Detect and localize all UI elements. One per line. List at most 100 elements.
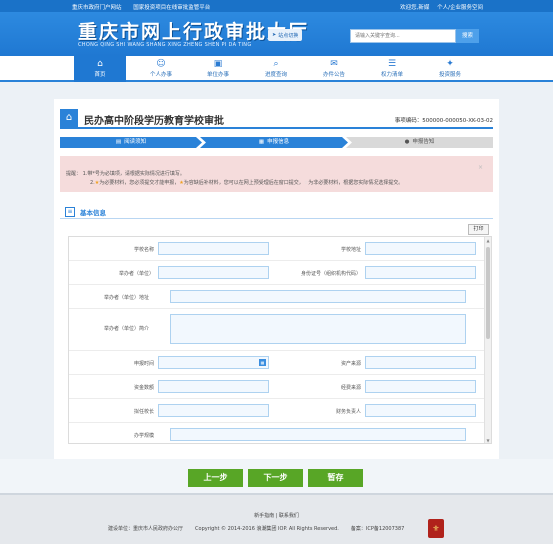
nav-label: 投资服务: [438, 72, 461, 78]
scale-field[interactable]: [170, 428, 466, 441]
form-row: 学校名称 学校地址: [69, 237, 485, 261]
notice-box: 提醒： 1.带*号为必填项，请根据实际情况进行填写。 2.★为必要材料，您必须提…: [60, 156, 493, 192]
gov-portal-link[interactable]: 重庆市政府门户网站: [72, 5, 122, 11]
step-application-info[interactable]: ▦ 申报信息: [200, 137, 348, 148]
main-nav: ⌂ 首页 ☺ 个人办事 ▣ 单位办事 ⌕ 进度查询 ✉ 办件公告 ☰ 权力清单 …: [0, 56, 553, 82]
step-application-notice[interactable]: ● 申报告知: [346, 137, 493, 148]
location-icon: ➤: [272, 32, 277, 38]
nav-home[interactable]: ⌂ 首页: [74, 56, 126, 82]
principal-field[interactable]: [158, 404, 269, 417]
apply-time-field[interactable]: ▦: [158, 356, 269, 369]
section-header: ≡ 基本信息: [60, 205, 493, 219]
notice-prefix: 提醒：: [66, 171, 82, 177]
basic-info-form: 学校名称 学校地址 举办者（单位） 身份证号（组织机构代码） 举办者（单位）地址…: [68, 236, 492, 444]
scroll-up-icon[interactable]: ▲: [485, 238, 491, 244]
notice-text-2c: 为容缺后补材料，您可以在网上预受理后在窗口提交，: [183, 180, 304, 186]
apply-time-label: 申报时间: [133, 361, 154, 367]
search-button[interactable]: 搜索: [456, 29, 479, 43]
form-row: 举办者（单位）地址: [69, 285, 485, 309]
copyright-text: Copyright © 2014-2016 浪潮集团 IOP. All Righ…: [195, 526, 339, 532]
nav-progress[interactable]: ⌕ 进度查询: [250, 56, 302, 82]
nav-label: 首页: [94, 72, 106, 78]
document-icon: ≡: [65, 207, 75, 217]
site-header: 重庆市网上行政审批大厅 CHONG QING SHI WANG SHANG XI…: [0, 12, 553, 56]
scroll-down-icon[interactable]: ▼: [485, 438, 491, 443]
step-read-notice[interactable]: ▤ 阅读须知: [60, 137, 202, 148]
nav-personal[interactable]: ☺ 个人办事: [135, 56, 187, 82]
nav-investment[interactable]: ✦ 投资服务: [424, 56, 476, 82]
search-icon: ⌕: [273, 59, 279, 69]
search-input[interactable]: [350, 29, 456, 43]
investment-platform-link[interactable]: 国家投资项目在线审批监管平台: [133, 5, 210, 11]
nav-label: 单位办事: [206, 72, 229, 78]
notice-text-1: 1.带*号为必填项，请根据实际情况进行填写。: [82, 171, 185, 177]
gov-badge-icon[interactable]: ⚜: [428, 519, 444, 538]
top-links-left: 重庆市政府门户网站 国家投资项目在线审批监管平台: [72, 3, 220, 11]
sponsor-address-field[interactable]: [170, 290, 466, 303]
form-row: 资金数额 经费来源: [69, 375, 485, 399]
school-address-field[interactable]: [365, 242, 476, 255]
book-icon: ▤: [115, 139, 122, 145]
nav-label: 办件公告: [322, 72, 345, 78]
site-switch-label: 站点切换: [278, 32, 299, 39]
notice-line-2: 2.★为必要材料，您必须提交才能申报，★为容缺后补材料，您可以在网上预受理后在窗…: [90, 179, 403, 186]
site-switch-button[interactable]: ➤ 站点切换: [268, 29, 303, 41]
close-icon[interactable]: ×: [478, 164, 483, 171]
nav-label: 进度查询: [264, 72, 287, 78]
nav-label: 权力清单: [380, 72, 403, 78]
footer-copyright: 建设单位：重庆市人民政府办公厅 Copyright © 2014-2016 浪潮集…: [108, 525, 416, 532]
save-draft-button[interactable]: 暂存: [308, 469, 363, 487]
sponsor-address-label: 举办者（单位）地址: [103, 295, 149, 301]
action-bar: 上一步 下一步 暂存: [0, 459, 553, 493]
form-row: 举办者（单位）简介: [69, 309, 485, 351]
sponsor-field[interactable]: [158, 266, 269, 279]
expense-source-label: 经费来源: [340, 385, 361, 391]
nav-announcements[interactable]: ✉ 办件公告: [308, 56, 360, 82]
scroll-thumb[interactable]: [486, 247, 490, 339]
principal-label: 拟任校长: [133, 409, 154, 415]
icp-text[interactable]: 备案：ICP备12007387: [351, 526, 404, 532]
page-title: 民办高中阶段学历教育学校审批: [84, 116, 224, 127]
nav-label: 个人办事: [149, 72, 172, 78]
info-icon: ●: [404, 139, 410, 145]
step-label: 申报信息: [267, 139, 290, 145]
print-button[interactable]: 打印: [468, 224, 489, 235]
personal-space-link[interactable]: 个人/企业服务空间: [437, 5, 483, 11]
sponsor-intro-textarea[interactable]: [170, 314, 466, 344]
expense-source-field[interactable]: [365, 380, 476, 393]
nav-organization[interactable]: ▣ 单位办事: [192, 56, 244, 82]
funding-label: 资金数额: [133, 385, 154, 391]
notice-line-1: 提醒： 1.带*号为必填项，请根据实际情况进行填写。: [66, 170, 185, 177]
site-footer: 新手指南 | 联系我们 建设单位：重庆市人民政府办公厅 Copyright © 2…: [0, 493, 553, 544]
finance-head-field[interactable]: [365, 404, 476, 417]
prev-step-button[interactable]: 上一步: [188, 469, 243, 487]
asset-source-field[interactable]: [365, 356, 476, 369]
progress-steps: ▤ 阅读须知 ▦ 申报信息 ● 申报告知: [60, 137, 493, 148]
home-icon: ⌂: [97, 59, 103, 69]
school-address-label: 学校地址: [340, 247, 361, 253]
briefcase-icon: ▣: [213, 59, 223, 69]
nav-power-list[interactable]: ☰ 权力清单: [366, 56, 418, 82]
section-title: 基本信息: [80, 209, 106, 217]
welcome-text: 欢迎您,新媒: [400, 5, 430, 11]
school-name-field[interactable]: [158, 242, 269, 255]
asset-source-label: 资产来源: [340, 361, 361, 367]
funding-field[interactable]: [158, 380, 269, 393]
sponsor-intro-label: 举办者（单位）简介: [103, 326, 149, 332]
form-row: 申报时间 ▦ 资产来源: [69, 351, 485, 375]
id-number-field[interactable]: [365, 266, 476, 279]
builder-text: 建设单位：重庆市人民政府办公厅: [108, 526, 184, 532]
form-scrollbar[interactable]: ▲ ▼: [484, 237, 491, 443]
footer-links[interactable]: 新手指南 | 联系我们: [0, 512, 553, 519]
next-step-button[interactable]: 下一步: [248, 469, 303, 487]
person-icon: ☺: [156, 59, 166, 69]
form-row: 举办者（单位） 身份证号（组织机构代码）: [69, 261, 485, 285]
form-row: 办学规模: [69, 423, 485, 443]
step-label: 阅读须知: [124, 139, 147, 145]
form-row: 拟任校长 财务负责人: [69, 399, 485, 423]
site-logo-pinyin: CHONG QING SHI WANG SHANG XING ZHENG SHE…: [78, 42, 252, 48]
school-name-label: 学校名称: [133, 247, 154, 253]
finance-head-label: 财务负责人: [335, 409, 361, 415]
calendar-icon[interactable]: ▦: [259, 359, 266, 366]
list-icon: ☰: [387, 59, 397, 69]
